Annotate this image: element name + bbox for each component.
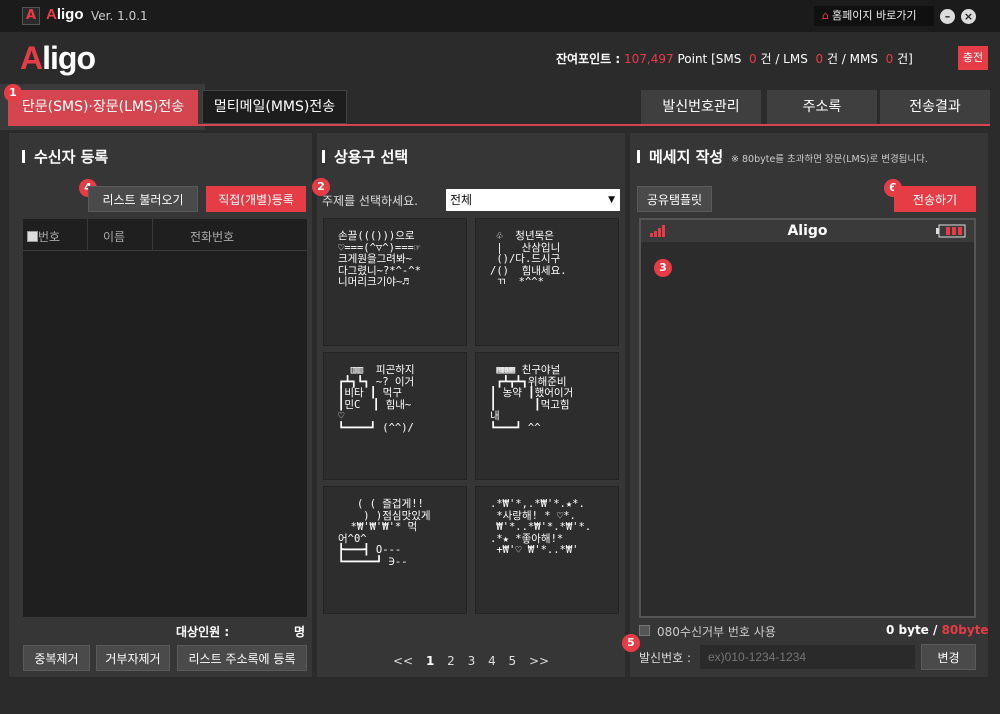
phrase-card[interactable]: ▦▦▦ 친구야널 ┏┻┳┻┓위해준비 ┃ 농약 ┃했어이거 ┃ ┃먹고힘 내 ┗… bbox=[475, 352, 619, 480]
reject-number-checkbox[interactable] bbox=[639, 624, 650, 638]
tab-send-results[interactable]: 전송결과 bbox=[880, 90, 990, 124]
change-sender-button[interactable]: 변경 bbox=[921, 644, 976, 670]
remove-rejected-button[interactable]: 거부자제거 bbox=[96, 645, 170, 671]
phrase-card[interactable]: ▥▥ 피곤하지 ┏┻┓┗┓ ~? 이거 ┃비타 ┃ 먹구 ┃민C ┃ 힘내~ ♡… bbox=[323, 352, 467, 480]
app-name: Aligo bbox=[46, 6, 84, 23]
tab-underline bbox=[8, 124, 990, 126]
pager-page-2[interactable]: 2 bbox=[447, 654, 455, 668]
pagination: << 1 2 3 4 5 >> bbox=[393, 654, 558, 668]
select-all-checkbox[interactable] bbox=[27, 231, 38, 242]
phrase-card[interactable]: ( ( 즐겁게!! ) )점심맛있게 *₩'₩'₩'* 먹 어^0^ ┣━━━┫… bbox=[323, 486, 467, 614]
home-icon: ⌂ bbox=[822, 9, 829, 22]
pager-first[interactable]: << bbox=[393, 654, 413, 668]
pager-page-1[interactable]: 1 bbox=[426, 654, 434, 668]
reject-number-label: 080수신거부 번호 사용 bbox=[657, 625, 776, 639]
sender-number-input[interactable] bbox=[700, 645, 915, 669]
direct-register-button[interactable]: 직접(개별)등록 bbox=[206, 186, 306, 212]
phrase-card[interactable]: .*₩'*,.*₩'*.★*. *사랑해! * ♡*. ₩'*..*₩'*.*₩… bbox=[475, 486, 619, 614]
save-list-to-addressbook-button[interactable]: 리스트 주소록에 등록 bbox=[177, 645, 307, 671]
pager-page-3[interactable]: 3 bbox=[468, 654, 476, 668]
recipient-table-header: 번호 이름 전화번호 bbox=[23, 219, 307, 251]
shared-template-button[interactable]: 공유탬플릿 bbox=[637, 186, 712, 212]
target-count-label: 대상인원 : bbox=[176, 625, 230, 639]
app-logo-icon: A bbox=[22, 7, 40, 25]
target-count-unit: 명 bbox=[294, 625, 306, 639]
close-button[interactable]: × bbox=[961, 9, 976, 24]
step-badge-5: 5 bbox=[622, 634, 640, 652]
topic-label: 주제를 선택하세요. bbox=[322, 194, 418, 208]
sender-number-label: 발신번호 : bbox=[639, 651, 692, 665]
pager-page-5[interactable]: 5 bbox=[509, 654, 517, 668]
step-badge-3: 3 bbox=[654, 259, 672, 277]
pager-next[interactable]: >> bbox=[529, 654, 549, 668]
dedupe-button[interactable]: 중복제거 bbox=[23, 645, 90, 671]
phrase-card[interactable]: ♧ 청년목은 | 산삼입니 ()/다.드시구 /() 힘내세요. ㄲ *^^* bbox=[475, 218, 619, 346]
phrases-title: 상용구 선택 bbox=[322, 146, 408, 167]
message-title: 메세지 작성 bbox=[637, 146, 723, 167]
byte-counter: 0 byte / 80byte bbox=[886, 623, 989, 637]
recipient-table bbox=[23, 219, 307, 617]
charge-button[interactable]: 충전 bbox=[958, 46, 988, 70]
message-textarea[interactable] bbox=[643, 244, 972, 614]
recipients-title: 수신자 등록 bbox=[22, 146, 108, 167]
pager-page-4[interactable]: 4 bbox=[488, 654, 496, 668]
phrase-card[interactable]: 손끌((()))으로 ♡===(^▽^)===☞ 크게원을그려봐~ 다그렸니~?… bbox=[323, 218, 467, 346]
tab-mms[interactable]: 멀티메일(MMS)전송 bbox=[202, 90, 347, 124]
load-list-button[interactable]: 리스트 불러오기 bbox=[88, 186, 198, 212]
tab-sms-lms[interactable]: 단문(SMS)·장문(LMS)전송 bbox=[8, 90, 198, 124]
send-button[interactable]: 전송하기 bbox=[894, 186, 976, 212]
phone-title: Aligo bbox=[787, 223, 828, 239]
topic-select[interactable]: 전체 ▼ bbox=[446, 189, 620, 211]
tab-sender-number-management[interactable]: 발신번호관리 bbox=[641, 90, 761, 124]
minimize-button[interactable]: – bbox=[940, 9, 955, 24]
brand-logo: Aligo bbox=[20, 40, 96, 76]
points-status: 잔여포인트 : 107,497 Point [SMS 0 건 / LMS 0 건… bbox=[556, 52, 913, 66]
battery-icon bbox=[936, 224, 966, 241]
homepage-shortcut-button[interactable]: ⌂ 홈페이지 바로가기 bbox=[814, 6, 934, 26]
byte-limit-note: ※ 80byte를 초과하면 장문(LMS)로 변경됩니다. bbox=[731, 154, 928, 165]
tab-address-book[interactable]: 주소록 bbox=[767, 90, 877, 124]
step-badge-1: 1 bbox=[4, 84, 22, 102]
app-version: Ver. 1.0.1 bbox=[91, 9, 148, 23]
chevron-down-icon: ▼ bbox=[608, 195, 615, 205]
